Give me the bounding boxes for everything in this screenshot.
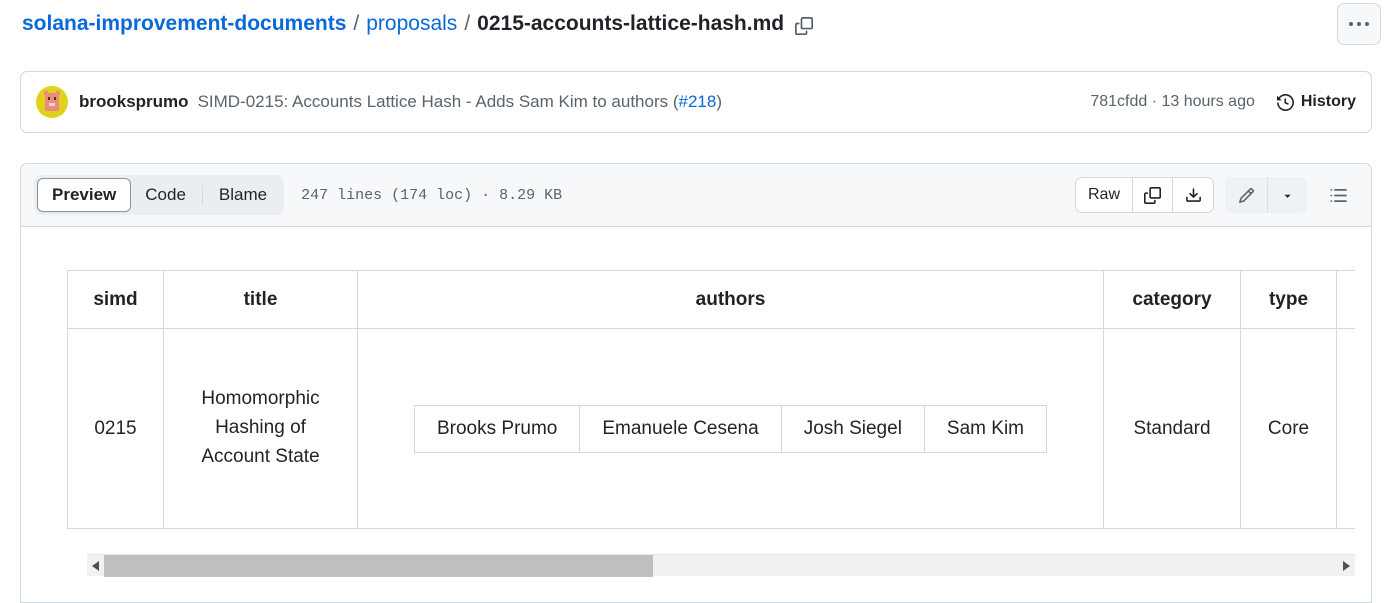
- cell-type: Core: [1240, 328, 1337, 529]
- breadcrumb-separator-1: /: [353, 12, 360, 35]
- dot-2: [1357, 22, 1361, 26]
- scroll-left-arrow-icon: [92, 560, 99, 571]
- copy-icon: [1144, 186, 1161, 204]
- edit-file-group: [1225, 177, 1307, 213]
- edit-options-dropdown-button[interactable]: [1267, 177, 1307, 213]
- history-clock-icon: [1276, 93, 1294, 111]
- cell-title: Homomorphic Hashing of Account State: [163, 328, 358, 529]
- avatar-eye-left: [48, 97, 50, 100]
- breadcrumb-repo-link[interactable]: solana-improvement-documents: [22, 8, 346, 40]
- scroll-left-arrow-button[interactable]: [87, 555, 104, 577]
- raw-copy-download-group: Raw: [1074, 177, 1214, 213]
- tab-code[interactable]: Code: [131, 178, 200, 212]
- commit-sha-and-time[interactable]: 781cfdd · 13 hours ago: [1090, 93, 1255, 111]
- author-cell-2: Emanuele Cesena: [579, 404, 782, 453]
- column-header-category: category: [1103, 270, 1241, 329]
- commit-message: SIMD-0215: Accounts Lattice Hash - Adds …: [198, 92, 722, 112]
- toggle-outline-button[interactable]: [1318, 177, 1358, 213]
- table-row: 0215 Homomorphic Hashing of Account Stat…: [67, 328, 1355, 529]
- file-size-meta: 247 lines (174 loc) · 8.29 KB: [301, 186, 563, 204]
- author-cell-4: Sam Kim: [923, 404, 1048, 453]
- raw-button[interactable]: Raw: [1075, 178, 1133, 212]
- breadcrumb: solana-improvement-documents / proposals…: [22, 8, 814, 40]
- latest-commit-bar: brooksprumo SIMD-0215: Accounts Lattice …: [20, 71, 1372, 133]
- markdown-table-scroll-container[interactable]: simd title authors category type 0215 Ho…: [67, 270, 1355, 529]
- avatar-mouth: [49, 103, 55, 106]
- download-raw-file-button[interactable]: [1173, 178, 1213, 212]
- author-cell-1: Brooks Prumo: [413, 404, 581, 453]
- commit-author-link[interactable]: brooksprumo: [79, 92, 189, 112]
- column-header-extra: [1336, 270, 1355, 329]
- column-header-simd: simd: [67, 270, 164, 329]
- outline-list-icon: [1329, 188, 1347, 202]
- cell-authors: Brooks Prumo Emanuele Cesena Josh Siegel…: [357, 328, 1104, 529]
- history-link[interactable]: History: [1276, 93, 1356, 111]
- file-toolbar: Preview Code Blame 247 lines (174 loc) ·…: [21, 164, 1371, 227]
- column-header-type: type: [1240, 270, 1337, 329]
- pull-request-link[interactable]: #218: [679, 92, 717, 111]
- cell-simd: 0215: [67, 328, 164, 529]
- scrollbar-thumb[interactable]: [104, 554, 654, 577]
- dot-3: [1365, 22, 1369, 26]
- tab-preview[interactable]: Preview: [37, 178, 132, 212]
- copy-path-icon[interactable]: [795, 17, 814, 35]
- breadcrumb-separator-2: /: [464, 12, 471, 35]
- authors-nested-table: Brooks Prumo Emanuele Cesena Josh Siegel…: [413, 404, 1048, 453]
- page-header: solana-improvement-documents / proposals…: [0, 0, 1392, 48]
- tab-blame[interactable]: Blame: [205, 178, 281, 212]
- file-content-panel: Preview Code Blame 247 lines (174 loc) ·…: [20, 163, 1372, 603]
- column-header-authors: authors: [357, 270, 1104, 329]
- scrollbar-track[interactable]: [104, 554, 1338, 577]
- commit-bar-right: 781cfdd · 13 hours ago History: [1090, 93, 1356, 111]
- segment-divider: [201, 185, 203, 205]
- download-icon: [1185, 187, 1201, 202]
- avatar-eye-right: [54, 97, 56, 100]
- frontmatter-table: simd title authors category type 0215 Ho…: [67, 270, 1355, 529]
- column-header-title: title: [163, 270, 358, 329]
- table-header-row: simd title authors category type: [67, 270, 1355, 329]
- horizontal-scrollbar[interactable]: [87, 554, 1355, 577]
- cell-category: Standard: [1103, 328, 1241, 529]
- copy-raw-contents-button[interactable]: [1133, 178, 1173, 212]
- breadcrumb-folder-link[interactable]: proposals: [366, 8, 457, 40]
- breadcrumb-current-file: 0215-accounts-lattice-hash.md: [477, 12, 785, 35]
- scroll-right-arrow-icon: [1343, 560, 1350, 571]
- edit-file-button[interactable]: [1225, 177, 1267, 213]
- markdown-preview-body: simd title authors category type 0215 Ho…: [21, 227, 1371, 602]
- dot-1: [1349, 22, 1353, 26]
- avatar[interactable]: [36, 86, 68, 118]
- scroll-right-arrow-button[interactable]: [1338, 555, 1355, 577]
- chevron-down-icon: [1284, 194, 1291, 198]
- history-label: History: [1300, 93, 1356, 110]
- author-cell-3: Josh Siegel: [780, 404, 925, 453]
- commit-message-suffix: ): [716, 92, 723, 111]
- view-mode-segmented-control: Preview Code Blame: [34, 175, 285, 215]
- commit-message-prefix: SIMD-0215: Accounts Lattice Hash - Adds …: [197, 92, 679, 111]
- authors-row: Brooks Prumo Emanuele Cesena Josh Siegel…: [413, 404, 1048, 453]
- file-toolbar-actions: Raw: [1074, 177, 1358, 213]
- more-options-button[interactable]: [1337, 3, 1381, 45]
- cell-extra: [1336, 328, 1355, 529]
- pencil-icon: [1238, 187, 1254, 203]
- avatar-face: [45, 93, 59, 111]
